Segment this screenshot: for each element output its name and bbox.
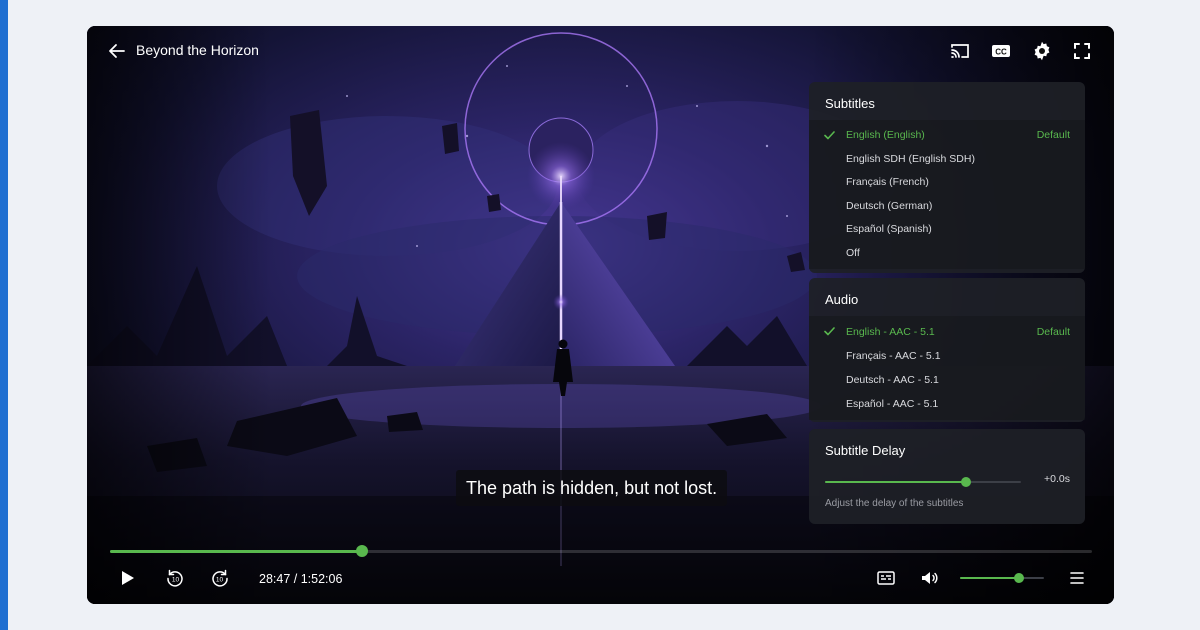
subtitles-heading: Subtitles <box>825 96 875 111</box>
seek-thumb[interactable] <box>356 545 369 557</box>
audio-heading: Audio <box>825 292 859 307</box>
fullscreen-icon[interactable] <box>1070 39 1094 63</box>
brand-accent-strip <box>0 0 8 630</box>
subtitle-option-english[interactable]: English (English) Default <box>809 124 1085 148</box>
subtitle-option-label: Deutsch (German) <box>846 199 933 212</box>
play-icon[interactable] <box>115 566 139 590</box>
subtitle-delay-help: Adjust the delay of the subtitles <box>825 498 964 509</box>
check-icon <box>824 327 835 336</box>
subtitle-option-label: English SDH (English SDH) <box>846 152 975 165</box>
subtitle-delay-value: +0.0s <box>1044 473 1070 485</box>
default-tag: Default <box>1036 129 1070 141</box>
video-player[interactable]: Beyond the Horizon CC Subtitles English … <box>87 26 1114 604</box>
arrow-left-icon[interactable] <box>105 39 129 63</box>
gear-icon[interactable] <box>1030 39 1054 63</box>
audio-list: English - AAC - 5.1 Default Français - A… <box>809 316 1085 420</box>
audio-option-label: English - AAC - 5.1 <box>846 326 935 338</box>
subtitle-option-off[interactable]: Off <box>809 242 1085 266</box>
subtitle-delay-slider[interactable] <box>825 476 1021 488</box>
audio-option-label: Deutsch - AAC - 5.1 <box>846 374 939 386</box>
subtitle-option-label: English (English) <box>846 129 925 141</box>
volume-icon[interactable] <box>918 566 942 590</box>
rewind-10-icon[interactable]: 10 <box>163 566 187 590</box>
video-title: Beyond the Horizon <box>136 42 259 58</box>
audio-option-label: Français - AAC - 5.1 <box>846 350 941 362</box>
default-tag: Default <box>1036 326 1070 338</box>
subtitles-track-icon[interactable] <box>874 566 898 590</box>
audio-option-french[interactable]: Français - AAC - 5.1 <box>809 344 1085 368</box>
menu-icon[interactable] <box>1065 566 1089 590</box>
volume-slider[interactable] <box>960 572 1044 584</box>
check-icon <box>824 131 835 140</box>
time-display: 28:47 / 1:52:06 <box>259 572 343 586</box>
subtitle-option-label: Off <box>846 246 860 259</box>
subtitles-list: English (English) Default English SDH (E… <box>809 120 1085 269</box>
subtitle-option-german[interactable]: Deutsch (German) <box>809 195 1085 219</box>
subtitle-option-french[interactable]: Français (French) <box>809 171 1085 195</box>
audio-option-spanish[interactable]: Español - AAC - 5.1 <box>809 392 1085 416</box>
subtitle-option-label: Español (Spanish) <box>846 223 932 235</box>
subtitle-caption: The path is hidden, but not lost. <box>456 470 728 506</box>
closed-captions-icon[interactable]: CC <box>989 39 1013 63</box>
volume-thumb[interactable] <box>1013 573 1024 583</box>
cast-icon[interactable] <box>948 39 972 63</box>
audio-panel: Audio English - AAC - 5.1 Default França… <box>809 278 1085 422</box>
subtitle-option-spanish[interactable]: Español (Spanish) <box>809 218 1085 242</box>
seek-bar[interactable] <box>110 545 1092 557</box>
seek-fill <box>110 550 363 553</box>
svg-text:CC: CC <box>995 48 1007 57</box>
audio-option-german[interactable]: Deutsch - AAC - 5.1 <box>809 368 1085 392</box>
subtitles-panel: Subtitles English (English) Default Engl… <box>809 82 1085 273</box>
top-bar: Beyond the Horizon CC <box>87 26 1114 76</box>
svg-text:10: 10 <box>216 577 224 584</box>
subtitle-delay-heading: Subtitle Delay <box>825 443 906 458</box>
volume-fill <box>960 577 1019 579</box>
subtitle-delay-panel: Subtitle Delay +0.0s Adjust the delay of… <box>809 429 1085 524</box>
subtitle-option-label: Français (French) <box>846 176 929 188</box>
svg-text:10: 10 <box>172 577 180 584</box>
audio-option-english[interactable]: English - AAC - 5.1 Default <box>809 320 1085 344</box>
audio-option-label: Español - AAC - 5.1 <box>846 398 939 410</box>
forward-10-icon[interactable]: 10 <box>208 566 232 590</box>
slider-fill <box>825 481 967 483</box>
subtitle-option-english-sdh[interactable]: English SDH (English SDH) <box>809 148 1085 172</box>
slider-thumb[interactable] <box>961 477 972 487</box>
